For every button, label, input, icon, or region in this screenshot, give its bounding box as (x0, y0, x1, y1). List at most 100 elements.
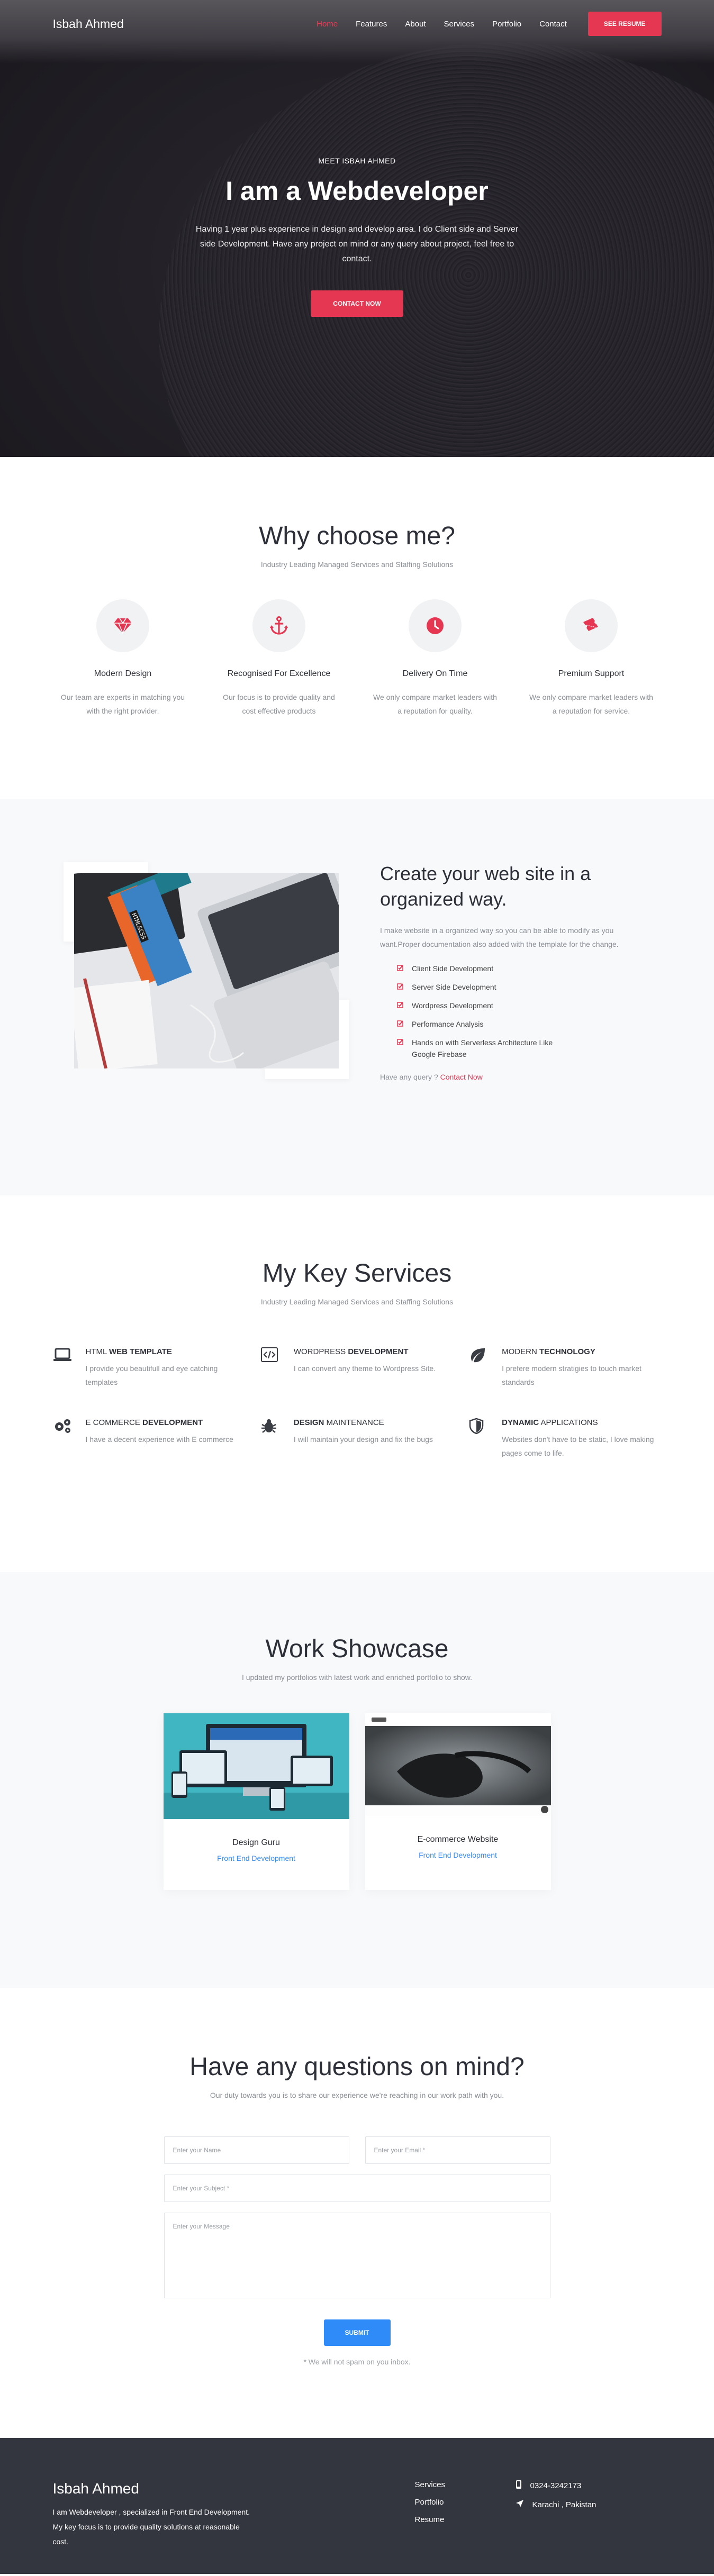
service-title: WORDPRESS DEVELOPMENT (293, 1347, 409, 1356)
why-title: Why choose me? (259, 522, 455, 550)
footer-about: I am Webdeveloper , specialized in Front… (52, 2508, 250, 2546)
portfolio-thumbnail[interactable] (365, 1713, 551, 1816)
portfolio-title: E-commerce Website (417, 1835, 499, 1844)
service-item-modern: MODERN TECHNOLOGY I prefere modern strat… (469, 1347, 661, 1389)
see-resume-button[interactable]: SEE RESUME (588, 12, 662, 36)
service-item-html: HTML WEB TEMPLATE I provide you beautifu… (53, 1347, 245, 1389)
nav-features[interactable]: Features (356, 20, 387, 29)
create-section: HTML&CSS Create your web site in a organ… (0, 799, 714, 1195)
service-title: E COMMERCE DEVELOPMENT (85, 1418, 203, 1427)
why-item-text: We only compare market leaders with a re… (373, 693, 497, 715)
spam-note: * We will not spam on you inbox. (303, 2358, 411, 2366)
message-field[interactable]: Enter your Message (164, 2213, 550, 2298)
service-title: DYNAMIC APPLICATIONS (502, 1418, 598, 1427)
portfolio-category-link[interactable]: Front End Development (365, 1851, 551, 1887)
why-item-title: Modern Design (94, 669, 152, 678)
service-text: I have a decent experience with E commer… (85, 1435, 233, 1444)
contact-subtitle: Our duty towards you is to share our exp… (210, 2091, 504, 2099)
service-text: I can convert any theme to Wordpress Sit… (293, 1364, 436, 1373)
contact-title: Have any questions on mind? (189, 2053, 525, 2081)
query-line: Have any query ? Contact Now (380, 1073, 483, 1081)
footer-link-services[interactable]: Services (415, 2480, 516, 2489)
nav-portfolio[interactable]: Portfolio (492, 20, 521, 29)
why-item-premium-support: Premium Support We only compare market l… (521, 599, 662, 718)
portfolio-thumbnail[interactable] (163, 1713, 349, 1819)
list-item: Hands on with Serverless Architecture Li… (396, 1037, 571, 1060)
code-icon (260, 1347, 282, 1389)
hero-kicker: MEET ISBAH AHMED (318, 157, 396, 165)
portfolio-card[interactable]: E-commerce Website Front End Development (365, 1713, 551, 1890)
create-text: Create your web site in a organized way.… (380, 861, 645, 1081)
bug-icon (261, 1418, 282, 1460)
service-text: Websites don't have to be static, I love… (502, 1435, 654, 1457)
hero-content: MEET ISBAH AHMED I am a Webdeveloper Hav… (0, 157, 714, 317)
phone-icon (516, 2480, 522, 2491)
showcase-section: Work Showcase I updated my portfolios wi… (0, 1572, 714, 1988)
check-icon (396, 1019, 404, 1031)
portfolio-title: Design Guru (232, 1838, 280, 1847)
service-title: DESIGN MAINTENANCE (293, 1418, 384, 1427)
email-field[interactable]: Enter your Email * (365, 2136, 550, 2164)
ticket-icon (565, 599, 618, 652)
why-item-text: We only compare market leaders with a re… (529, 693, 653, 715)
navbar: Isbah Ahmed Home Features About Services… (0, 0, 714, 48)
portfolio-card[interactable]: Design Guru Front End Development (163, 1713, 349, 1890)
nav-home[interactable]: Home (317, 20, 338, 29)
workspace-image: HTML&CSS (74, 873, 339, 1068)
subject-field[interactable]: Enter your Subject * (164, 2175, 550, 2202)
hero-section: Isbah Ahmed Home Features About Services… (0, 0, 714, 457)
footer-phone: 0324-3242173 (516, 2480, 596, 2491)
check-icon (396, 982, 404, 994)
footer-contact: 0324-3242173 Karachi , Pakistan (516, 2480, 596, 2549)
laptop-icon (53, 1347, 74, 1389)
footer-links: Services Portfolio Resume (415, 2480, 516, 2549)
service-title: HTML WEB TEMPLATE (85, 1347, 172, 1356)
list-item: Wordpress Development (396, 1000, 645, 1011)
why-item-modern-design: Modern Design Our team are experts in ma… (53, 599, 193, 718)
list-item: Client Side Development (396, 963, 645, 974)
nav-about[interactable]: About (405, 20, 426, 29)
services-section: My Key Services Industry Leading Managed… (0, 1195, 714, 1572)
why-item-text: Our focus is to provide quality and cost… (223, 693, 335, 715)
contact-now-button[interactable]: CONTACT NOW (311, 290, 403, 317)
service-text: I prefere modern stratigies to touch mar… (502, 1364, 641, 1386)
check-icon (396, 1038, 404, 1049)
create-image-frame: HTML&CSS (64, 862, 349, 1079)
footer-link-portfolio[interactable]: Portfolio (415, 2498, 516, 2507)
anchor-icon (252, 599, 305, 652)
footer-link-resume[interactable]: Resume (415, 2515, 516, 2524)
gears-icon (53, 1418, 74, 1460)
create-title: Create your web site in a organized way. (380, 863, 591, 910)
brand-logo[interactable]: Isbah Ahmed (53, 17, 124, 31)
footer: Isbah Ahmed I am Webdeveloper , speciali… (0, 2438, 714, 2574)
why-subtitle: Industry Leading Managed Services and St… (260, 560, 454, 569)
nav-links: Home Features About Services Portfolio C… (317, 12, 662, 36)
diamond-icon (96, 599, 149, 652)
nav-services[interactable]: Services (444, 20, 475, 29)
services-title: My Key Services (262, 1259, 452, 1287)
showcase-subtitle: I updated my portfolios with latest work… (241, 1673, 472, 1682)
location-arrow-icon (516, 2499, 524, 2510)
shield-icon (469, 1418, 490, 1460)
portfolio-category-link[interactable]: Front End Development (164, 1854, 349, 1890)
service-text: I provide you beautifull and eye catchin… (85, 1364, 218, 1386)
submit-button[interactable]: SUBMIT (323, 2319, 391, 2346)
check-icon (396, 1001, 404, 1012)
list-item: Performance Analysis (396, 1018, 645, 1030)
check-icon (396, 964, 404, 975)
showcase-title: Work Showcase (265, 1635, 449, 1663)
services-subtitle: Industry Leading Managed Services and St… (260, 1298, 454, 1306)
clock-icon (409, 599, 462, 652)
hero-title: I am a Webdeveloper (225, 176, 489, 206)
service-item-design: DESIGN MAINTENANCE I will maintain your … (261, 1418, 453, 1460)
footer-brand: Isbah Ahmed (52, 2480, 139, 2497)
service-title: MODERN TECHNOLOGY (502, 1347, 595, 1356)
name-field[interactable]: Enter your Name (164, 2136, 349, 2164)
service-text: I will maintain your design and fix the … (293, 1435, 433, 1444)
contact-now-link[interactable]: Contact Now (440, 1073, 483, 1081)
service-item-wordpress: WORDPRESS DEVELOPMENT I can convert any … (260, 1347, 453, 1389)
why-item-title: Premium Support (558, 669, 625, 678)
hero-text: Having 1 year plus experience in design … (195, 225, 519, 263)
nav-contact[interactable]: Contact (539, 20, 567, 29)
why-item-recognised: Recognised For Excellence Our focus is t… (209, 599, 349, 718)
